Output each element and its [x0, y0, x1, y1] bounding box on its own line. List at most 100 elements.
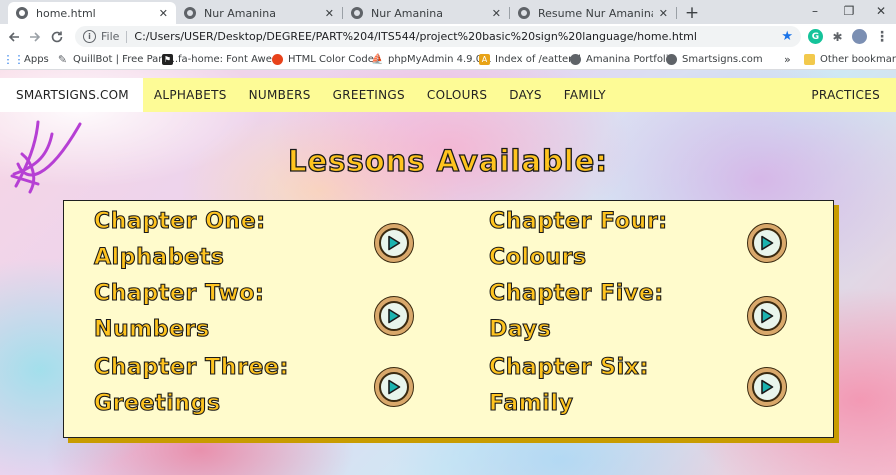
tab-title: home.html [36, 6, 96, 20]
bookmark-amanina-portfolio[interactable]: Amanina Portfolio [570, 52, 675, 67]
play-button-chapter-two[interactable] [374, 296, 414, 336]
site-info-icon[interactable]: i [83, 30, 96, 43]
site-brand-link[interactable]: SMARTSIGNS.COM [0, 78, 143, 112]
new-tab-button[interactable]: + [681, 2, 703, 24]
omnibox-divider [126, 30, 128, 43]
html-color-codes-icon [272, 54, 283, 65]
play-icon [761, 308, 774, 324]
phpmyadmin-icon: ⛵ [371, 54, 384, 65]
grammarly-icon[interactable]: G [808, 29, 823, 44]
minimize-button[interactable]: – [798, 0, 832, 22]
play-icon [388, 379, 401, 395]
globe-icon [570, 54, 581, 65]
tab-resume-pdf[interactable]: Resume Nur Amanina.pdf ✕ [510, 2, 676, 24]
close-icon[interactable]: ✕ [659, 7, 668, 20]
tab-nur-amanina-1[interactable]: Nur Amanina ✕ [176, 2, 342, 24]
reload-button[interactable] [47, 27, 67, 47]
font-awesome-icon: ⚑ [162, 54, 173, 65]
bookmark-label: Apps [24, 54, 49, 65]
close-icon[interactable]: ✕ [159, 7, 168, 20]
bookmark-font-awesome[interactable]: ⚑ fa-home: Font Awe... [162, 52, 281, 67]
bookmark-apps[interactable]: ⋮⋮ Apps [2, 52, 49, 67]
quillbot-icon: ✎ [57, 53, 68, 66]
back-button[interactable] [4, 27, 24, 47]
lesson-chapter-two[interactable]: Chapter Two: Numbers [93, 276, 265, 348]
nav-link-days[interactable]: DAYS [509, 88, 541, 102]
url-text: C:/Users/USER/Desktop/DEGREE/PART%204/IT… [134, 30, 697, 43]
globe-icon [666, 54, 677, 65]
forward-button[interactable] [25, 27, 45, 47]
restore-button[interactable]: ❐ [832, 0, 866, 22]
chapter-topic: Numbers [93, 316, 210, 342]
close-icon[interactable]: ✕ [325, 7, 334, 20]
tab-title: Nur Amanina [204, 6, 276, 20]
nav-link-practices[interactable]: PRACTICES [811, 78, 880, 112]
play-icon [761, 379, 774, 395]
bookmark-phpmyadmin[interactable]: ⛵ phpMyAdmin 4.9.0.1 [371, 52, 492, 67]
tab-nur-amanina-2[interactable]: Nur Amanina ✕ [343, 2, 509, 24]
chapter-label: Chapter Two: [93, 280, 265, 306]
chapter-topic: Colours [488, 244, 587, 270]
bookmarks-overflow-button[interactable]: » [784, 52, 791, 67]
bookmark-label: phpMyAdmin 4.9.0.1 [388, 54, 492, 65]
reload-icon [51, 31, 63, 43]
folder-icon [804, 54, 815, 65]
bookmark-star-icon[interactable]: ★ [781, 29, 793, 44]
play-button-chapter-four[interactable] [747, 223, 787, 263]
profile-avatar-icon[interactable] [852, 29, 867, 44]
forward-arrow-icon [30, 32, 41, 42]
play-icon [388, 308, 401, 324]
lesson-chapter-one[interactable]: Chapter One: Alphabets [93, 204, 266, 276]
tab-title: Resume Nur Amanina.pdf [538, 6, 653, 20]
bookmark-html-color-codes[interactable]: HTML Color Codes [272, 52, 379, 67]
chapter-topic: Greetings [93, 390, 221, 416]
lesson-chapter-four[interactable]: Chapter Four: Colours [488, 204, 668, 276]
page-title: Lessons Available: [287, 143, 608, 178]
tab-home[interactable]: home.html ✕ [8, 2, 176, 24]
close-icon[interactable]: ✕ [492, 7, 501, 20]
globe-icon [16, 7, 28, 19]
browser-toolbar: i File C:/Users/USER/Desktop/DEGREE/PART… [0, 24, 896, 49]
globe-icon [518, 7, 530, 19]
play-button-chapter-six[interactable] [747, 367, 787, 407]
lesson-chapter-six[interactable]: Chapter Six: Family [488, 350, 649, 422]
bookmark-index-eattend[interactable]: A Index of /eattend [479, 52, 581, 67]
bookmark-label: Amanina Portfolio [586, 54, 675, 65]
chapter-topic: Family [488, 390, 574, 416]
back-arrow-icon [8, 32, 19, 42]
chapter-label: Chapter Four: [488, 208, 668, 234]
play-button-chapter-five[interactable] [747, 296, 787, 336]
chapter-label: Chapter Three: [93, 354, 289, 380]
index-icon: A [479, 54, 490, 65]
nav-link-greetings[interactable]: GREETINGS [333, 88, 405, 102]
tab-strip: home.html ✕ Nur Amanina ✕ Nur Amanina ✕ … [0, 0, 896, 24]
chapter-topic: Days [488, 316, 552, 342]
other-bookmarks-button[interactable]: Other bookmarks [804, 52, 896, 67]
play-button-chapter-three[interactable] [374, 367, 414, 407]
bookmark-label: fa-home: Font Awe... [178, 54, 282, 65]
nav-link-alphabets[interactable]: ALPHABETS [154, 88, 227, 102]
nav-link-family[interactable]: FAMILY [564, 88, 606, 102]
tab-title: Nur Amanina [371, 6, 443, 20]
play-icon [388, 235, 401, 251]
other-bookmarks-label: Other bookmarks [820, 54, 896, 65]
lesson-chapter-three[interactable]: Chapter Three: Greetings [93, 350, 289, 422]
address-bar[interactable]: i File C:/Users/USER/Desktop/DEGREE/PART… [75, 26, 801, 47]
bookmark-smartsigns[interactable]: Smartsigns.com [666, 52, 763, 67]
chapter-label: Chapter One: [93, 208, 266, 234]
extensions-puzzle-icon[interactable]: ✱ [830, 29, 845, 44]
menu-kebab-icon[interactable]: ⋮ [872, 27, 892, 47]
tab-divider [676, 7, 677, 19]
apps-grid-icon: ⋮⋮ [2, 53, 25, 66]
bookmark-quillbot[interactable]: ✎ QuillBot | Free Para... [57, 52, 178, 67]
bookmarks-bar: ⋮⋮ Apps ✎ QuillBot | Free Para... ⚑ fa-h… [0, 49, 896, 70]
site-navbar: SMARTSIGNS.COM ALPHABETS NUMBERS GREETIN… [0, 78, 896, 112]
play-button-chapter-one[interactable] [374, 223, 414, 263]
page-viewport: SMARTSIGNS.COM ALPHABETS NUMBERS GREETIN… [0, 70, 896, 475]
close-window-button[interactable]: ✕ [864, 0, 896, 22]
nav-link-colours[interactable]: COLOURS [427, 88, 487, 102]
bookmark-label: Index of /eattend [495, 54, 581, 65]
lesson-chapter-five[interactable]: Chapter Five: Days [488, 276, 664, 348]
chapter-topic: Alphabets [93, 244, 225, 270]
nav-link-numbers[interactable]: NUMBERS [249, 88, 311, 102]
